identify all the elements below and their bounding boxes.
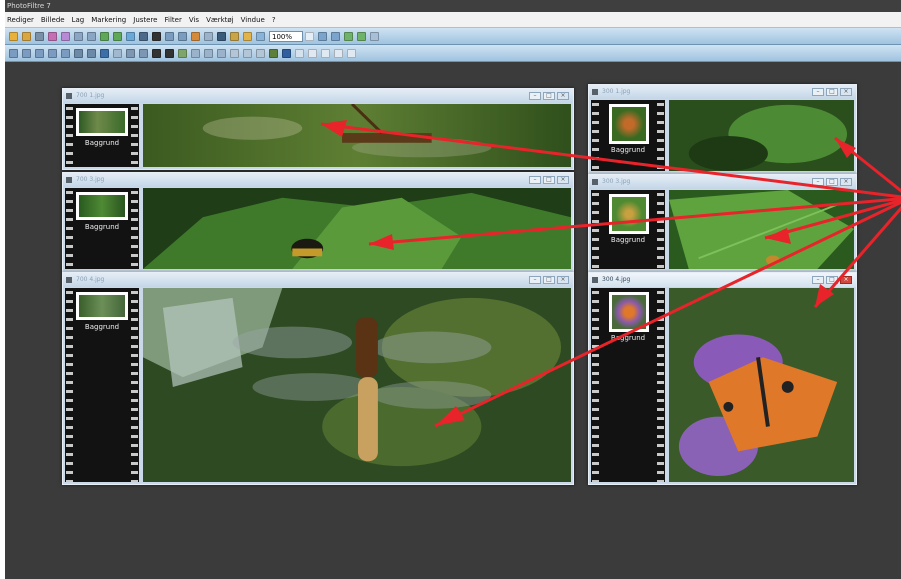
image-icon[interactable] — [269, 48, 278, 58]
filter-toolbar — [5, 45, 901, 62]
menu-justere[interactable]: Justere — [133, 16, 157, 24]
redo-icon[interactable] — [87, 31, 96, 41]
canvas-size-icon[interactable] — [139, 31, 148, 41]
save-icon[interactable] — [35, 31, 44, 41]
arrowhead-icon — [321, 120, 347, 137]
undo-icon[interactable] — [74, 31, 83, 41]
tile-icon[interactable] — [357, 31, 366, 41]
arrowhead-icon — [369, 234, 394, 250]
zoom-dropdown-icon[interactable] — [305, 31, 314, 41]
open-file-icon[interactable] — [22, 31, 31, 41]
annotation-arrows — [320, 120, 901, 428]
grayscale-icon[interactable] — [113, 48, 122, 58]
scan-icon[interactable] — [61, 31, 70, 41]
menu-rediger[interactable]: Rediger — [7, 16, 34, 24]
saturation-minus-icon[interactable] — [74, 48, 83, 58]
folder-icon[interactable] — [243, 31, 252, 41]
gamma-icon[interactable] — [100, 48, 109, 58]
image-size-icon[interactable] — [126, 31, 135, 41]
new-file-icon[interactable] — [9, 31, 18, 41]
paste-icon[interactable] — [113, 31, 122, 41]
grid-icon[interactable] — [344, 31, 353, 41]
copy-icon[interactable] — [100, 31, 109, 41]
contrast-plus-icon[interactable] — [35, 48, 44, 58]
blur-icon[interactable] — [152, 48, 161, 58]
menu-help[interactable]: ? — [272, 16, 276, 24]
rotate-left-icon[interactable] — [178, 31, 187, 41]
sharpen-icon[interactable] — [165, 48, 174, 58]
sepia-icon[interactable] — [126, 48, 135, 58]
menu-vindue[interactable]: Vindue — [241, 16, 265, 24]
fit-icon[interactable] — [204, 31, 213, 41]
app-title: PhotoFiltre 7 — [7, 2, 51, 10]
menu-markering[interactable]: Markering — [91, 16, 126, 24]
noise-icon[interactable] — [178, 48, 187, 58]
app-title-bar: PhotoFiltre 7 — [5, 0, 901, 12]
rotate-right-icon[interactable] — [191, 31, 200, 41]
zoom-in-icon[interactable] — [318, 31, 327, 41]
menu-filter[interactable]: Filter — [164, 16, 181, 24]
zoom-out-icon[interactable] — [331, 31, 340, 41]
contrast-minus-icon[interactable] — [22, 48, 31, 58]
main-toolbar: 100% — [5, 28, 901, 45]
layer-icon[interactable] — [282, 48, 291, 58]
arrow-line — [320, 122, 901, 199]
menu-vis[interactable]: Vis — [189, 16, 199, 24]
crop-icon[interactable] — [152, 31, 161, 41]
print-icon[interactable] — [48, 31, 57, 41]
screen-icon[interactable] — [256, 31, 265, 41]
menu-billede[interactable]: Billede — [41, 16, 65, 24]
menu-bar: Rediger Billede Lag Markering Justere Fi… — [5, 12, 901, 28]
menu-lag[interactable]: Lag — [72, 16, 85, 24]
brightness-plus-icon[interactable] — [61, 48, 70, 58]
fullscreen-icon[interactable] — [370, 31, 379, 41]
menu-vaerktoej[interactable]: Værktøj — [206, 16, 234, 24]
pause-icon[interactable] — [308, 48, 317, 58]
automation-icon[interactable] — [230, 31, 239, 41]
magic-wand-icon[interactable] — [9, 48, 18, 58]
brightness-minus-icon[interactable] — [48, 48, 57, 58]
printer-icon[interactable] — [321, 48, 330, 58]
flip-h-icon[interactable] — [204, 48, 213, 58]
negative-icon[interactable] — [139, 48, 148, 58]
settings-icon[interactable] — [347, 48, 356, 58]
zoom-input[interactable]: 100% — [269, 30, 303, 42]
workspace: 700 1.jpg – □ × Baggrund 700 3.jpg – □ ×… — [5, 62, 901, 579]
flip-v-icon[interactable] — [217, 48, 226, 58]
saturation-plus-icon[interactable] — [87, 48, 96, 58]
border-icon[interactable] — [256, 48, 265, 58]
emboss-icon[interactable] — [191, 48, 200, 58]
arrowhead-icon — [435, 406, 465, 426]
text-icon[interactable] — [217, 31, 226, 41]
shadow-icon[interactable] — [243, 48, 252, 58]
separator-icon — [295, 48, 304, 58]
transform-icon[interactable] — [230, 48, 239, 58]
arrowhead-icon — [835, 138, 856, 158]
photofiltre-app: PhotoFiltre 7 Rediger Billede Lag Marker… — [5, 0, 901, 579]
info-icon[interactable] — [165, 31, 174, 41]
plugin-icon[interactable] — [334, 48, 343, 58]
